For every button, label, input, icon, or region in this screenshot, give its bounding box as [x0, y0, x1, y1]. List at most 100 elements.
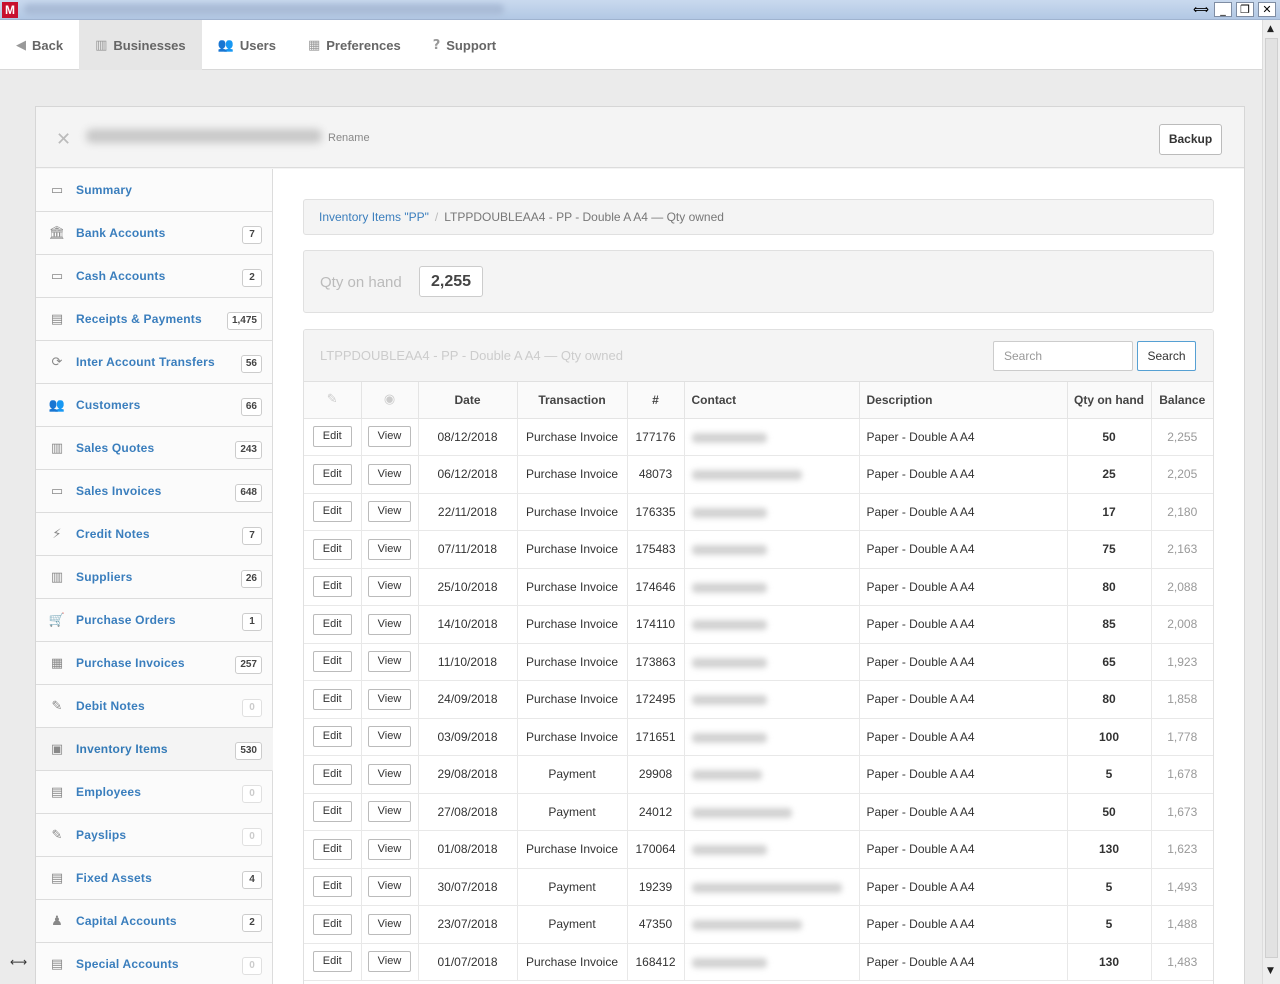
edit-button[interactable]: Edit	[312, 576, 352, 598]
view-button[interactable]: View	[367, 726, 412, 748]
column-header-date[interactable]: Date	[418, 382, 518, 419]
sidebar-item-label: Customers	[76, 398, 141, 412]
sidebar-item-payslips[interactable]: ✎ Payslips 0	[36, 814, 273, 857]
date-cell: 11/10/2018	[418, 643, 518, 681]
search-button[interactable]: Search	[1137, 341, 1196, 371]
column-header-description[interactable]: Description	[859, 382, 1068, 419]
edit-button[interactable]: Edit	[312, 651, 352, 673]
sidebar-item-receipts-payments[interactable]: ▤ Receipts & Payments 1,475	[36, 298, 273, 341]
view-button[interactable]: View	[367, 501, 412, 523]
view-button[interactable]: View	[367, 801, 412, 823]
scroll-up-icon[interactable]: ▲	[1267, 24, 1274, 34]
contact-cell	[684, 568, 860, 606]
edit-button[interactable]: Edit	[312, 501, 352, 523]
minimize-button[interactable]: _	[1214, 2, 1232, 17]
suppliers-icon: ▥	[50, 569, 64, 585]
view-button[interactable]: View	[367, 576, 412, 598]
edit-button[interactable]: Edit	[312, 913, 352, 935]
sidebar-item-customers[interactable]: 👥 Customers 66	[36, 384, 273, 427]
contact-redacted	[691, 957, 767, 968]
balance-cell: 2,008	[1151, 605, 1213, 644]
nav-back[interactable]: ◀ Back	[0, 20, 79, 70]
edit-cell: Edit	[304, 605, 362, 644]
sidebar-item-bank-accounts[interactable]: 🏛 Bank Accounts 7	[36, 212, 273, 255]
column-header-qty-on-hand[interactable]: Qty on hand	[1067, 382, 1152, 419]
view-button[interactable]: View	[367, 838, 412, 860]
sidebar-item-debit-notes[interactable]: ✎ Debit Notes 0	[36, 685, 273, 728]
view-button[interactable]: View	[367, 426, 412, 448]
businesses-icon: ▥	[95, 37, 108, 53]
nav-support[interactable]: ? Support	[417, 20, 512, 70]
sidebar-item-cash-accounts[interactable]: ▭ Cash Accounts 2	[36, 255, 273, 298]
date-cell: 03/09/2018	[418, 718, 518, 756]
view-button[interactable]: View	[367, 613, 412, 635]
nav-preferences[interactable]: ▦ Preferences	[292, 20, 417, 70]
edit-cell: Edit	[304, 455, 362, 494]
column-header-number[interactable]: #	[627, 382, 685, 419]
count-badge: 0	[242, 957, 262, 975]
column-header-transaction[interactable]: Transaction	[517, 382, 628, 419]
sidebar-item-purchase-invoices[interactable]: ▦ Purchase Invoices 257	[36, 642, 273, 685]
view-button[interactable]: View	[367, 651, 412, 673]
edit-button[interactable]: Edit	[312, 426, 352, 448]
edit-button[interactable]: Edit	[312, 838, 352, 860]
edit-button[interactable]: Edit	[312, 951, 352, 973]
resize-handle-icon[interactable]: ⟷	[10, 955, 27, 969]
nav-businesses[interactable]: ▥ Businesses	[79, 20, 202, 70]
rename-link[interactable]: Rename	[328, 132, 370, 144]
restore-button[interactable]: ❐	[1236, 2, 1254, 17]
payslip-icon: ✎	[51, 827, 63, 843]
panel-header: ✕ Rename Backup	[36, 107, 1244, 168]
edit-button[interactable]: Edit	[312, 463, 352, 485]
sidebar-item-summary[interactable]: ▭ Summary	[36, 169, 273, 212]
edit-button[interactable]: Edit	[312, 763, 352, 785]
sidebar-item-sales-quotes[interactable]: ▥ Sales Quotes 243	[36, 427, 273, 470]
backup-button[interactable]: Backup	[1159, 124, 1222, 155]
preferences-icon: ▦	[307, 37, 321, 53]
sidebar-item-credit-notes[interactable]: ⚡ Credit Notes 7	[36, 513, 273, 556]
scrollbar-thumb[interactable]	[1265, 38, 1278, 958]
qty-on-hand-value: 2,255	[419, 266, 483, 297]
view-button[interactable]: View	[367, 951, 412, 973]
close-business-icon[interactable]: ✕	[56, 129, 71, 150]
sidebar-item-purchase-orders[interactable]: 🛒 Purchase Orders 1	[36, 599, 273, 642]
number-cell: 174646	[627, 568, 685, 606]
window-title-bar: M ⟺ _ ❐ ✕	[0, 0, 1280, 20]
view-button[interactable]: View	[367, 876, 412, 898]
edit-button[interactable]: Edit	[312, 613, 352, 635]
column-header-balance[interactable]: Balance	[1151, 382, 1213, 419]
date-cell: 22/11/2018	[418, 493, 518, 531]
sidebar-item-inventory-items[interactable]: ▣ Inventory Items 530	[36, 728, 273, 771]
edit-button[interactable]: Edit	[312, 688, 352, 710]
vertical-scrollbar[interactable]: ▲ ▼	[1262, 20, 1280, 984]
close-window-button[interactable]: ✕	[1258, 2, 1276, 17]
sidebar-item-employees[interactable]: ▤ Employees 0	[36, 771, 273, 814]
view-button[interactable]: View	[367, 763, 412, 785]
edit-button[interactable]: Edit	[312, 876, 352, 898]
view-button[interactable]: View	[367, 913, 412, 935]
edit-button[interactable]: Edit	[312, 801, 352, 823]
breadcrumb-link[interactable]: Inventory Items "PP"	[319, 210, 429, 224]
scroll-down-icon[interactable]: ▼	[1267, 966, 1274, 976]
view-button[interactable]: View	[367, 538, 412, 560]
quotes-icon: ▥	[50, 440, 64, 456]
view-button[interactable]: View	[367, 463, 412, 485]
table-row: Edit View 29/08/2018 Payment 29908 Paper - Do…	[304, 755, 1213, 794]
edit-cell: Edit	[304, 643, 362, 681]
search-input[interactable]	[993, 341, 1133, 371]
edit-button[interactable]: Edit	[312, 538, 352, 560]
column-header-contact[interactable]: Contact	[684, 382, 860, 419]
view-button[interactable]: View	[367, 688, 412, 710]
sidebar-item-label: Summary	[76, 183, 133, 197]
sidebar-item-sales-invoices[interactable]: ▭ Sales Invoices 648	[36, 470, 273, 513]
sidebar-item-special-accounts[interactable]: ▤ Special Accounts 0	[36, 943, 273, 984]
edit-button[interactable]: Edit	[312, 726, 352, 748]
resize-width-icon[interactable]: ⟺	[1192, 2, 1210, 17]
nav-users[interactable]: 👥 Users	[202, 20, 292, 70]
contact-redacted	[691, 507, 767, 518]
sidebar-item-fixed-assets[interactable]: ▤ Fixed Assets 4	[36, 857, 273, 900]
sidebar-item-suppliers[interactable]: ▥ Suppliers 26	[36, 556, 273, 599]
sidebar-item-capital-accounts[interactable]: ♟ Capital Accounts 2	[36, 900, 273, 943]
table-title: LTPPDOUBLEAA4 - PP - Double A A4 — Qty o…	[320, 348, 623, 363]
sidebar-item-inter-account-transfers[interactable]: ⟳ Inter Account Transfers 56	[36, 341, 273, 384]
